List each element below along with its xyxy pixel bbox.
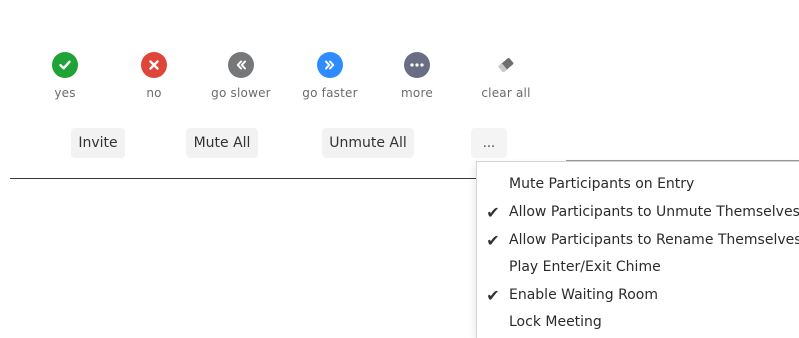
menu-item-waiting-room[interactable]: ✔ Enable Waiting Room: [477, 281, 799, 309]
unmute-all-button[interactable]: Unmute All: [322, 128, 414, 158]
feedback-go-slower[interactable]: go slower: [201, 52, 281, 100]
feedback-more[interactable]: more: [377, 52, 457, 100]
checkmark-icon: ✔: [486, 285, 500, 305]
ellipsis-icon: [404, 52, 430, 78]
checkmark-icon: ✔: [486, 230, 500, 250]
menu-item-lock-meeting[interactable]: Lock Meeting: [477, 308, 799, 336]
panel-divider: [10, 178, 476, 179]
menu-item-allow-rename[interactable]: ✔ Allow Participants to Rename Themselve…: [477, 226, 799, 254]
menu-item-label: Allow Participants to Rename Themselves: [509, 232, 799, 248]
menu-item-label: Enable Waiting Room: [509, 287, 659, 303]
feedback-go-faster[interactable]: go faster: [290, 52, 370, 100]
menu-item-label: Play Enter/Exit Chime: [509, 259, 661, 275]
menu-item-mute-on-entry[interactable]: Mute Participants on Entry: [477, 170, 799, 198]
feedback-more-label: more: [401, 86, 433, 100]
check-icon: [52, 52, 78, 78]
nonverbal-feedback-bar: yes no go slower go faster more clear al…: [0, 0, 799, 110]
feedback-clear-all-label: clear all: [481, 86, 531, 100]
menu-item-label: Allow Participants to Unmute Themselves: [509, 204, 799, 220]
feedback-go-slower-label: go slower: [211, 86, 271, 100]
participant-actions: Invite Mute All Unmute All ...: [0, 128, 799, 162]
feedback-go-faster-label: go faster: [302, 86, 358, 100]
invite-button[interactable]: Invite: [71, 128, 125, 158]
menu-item-allow-unmute[interactable]: ✔ Allow Participants to Unmute Themselve…: [477, 198, 799, 226]
more-options-menu: Mute Participants on Entry ✔ Allow Parti…: [476, 161, 799, 338]
eraser-icon: [493, 52, 519, 78]
fast-forward-icon: [317, 52, 343, 78]
feedback-no-label: no: [146, 86, 162, 100]
close-icon: [141, 52, 167, 78]
menu-item-enter-exit-chime[interactable]: Play Enter/Exit Chime: [477, 253, 799, 281]
rewind-icon: [228, 52, 254, 78]
feedback-no[interactable]: no: [114, 52, 194, 100]
menu-item-label: Mute Participants on Entry: [509, 176, 695, 192]
menu-item-label: Lock Meeting: [509, 314, 602, 330]
mute-all-button[interactable]: Mute All: [186, 128, 258, 158]
feedback-yes-label: yes: [54, 86, 76, 100]
more-options-button[interactable]: ...: [471, 128, 507, 158]
feedback-clear-all[interactable]: clear all: [466, 52, 546, 100]
checkmark-icon: ✔: [486, 202, 500, 222]
feedback-yes[interactable]: yes: [25, 52, 105, 100]
